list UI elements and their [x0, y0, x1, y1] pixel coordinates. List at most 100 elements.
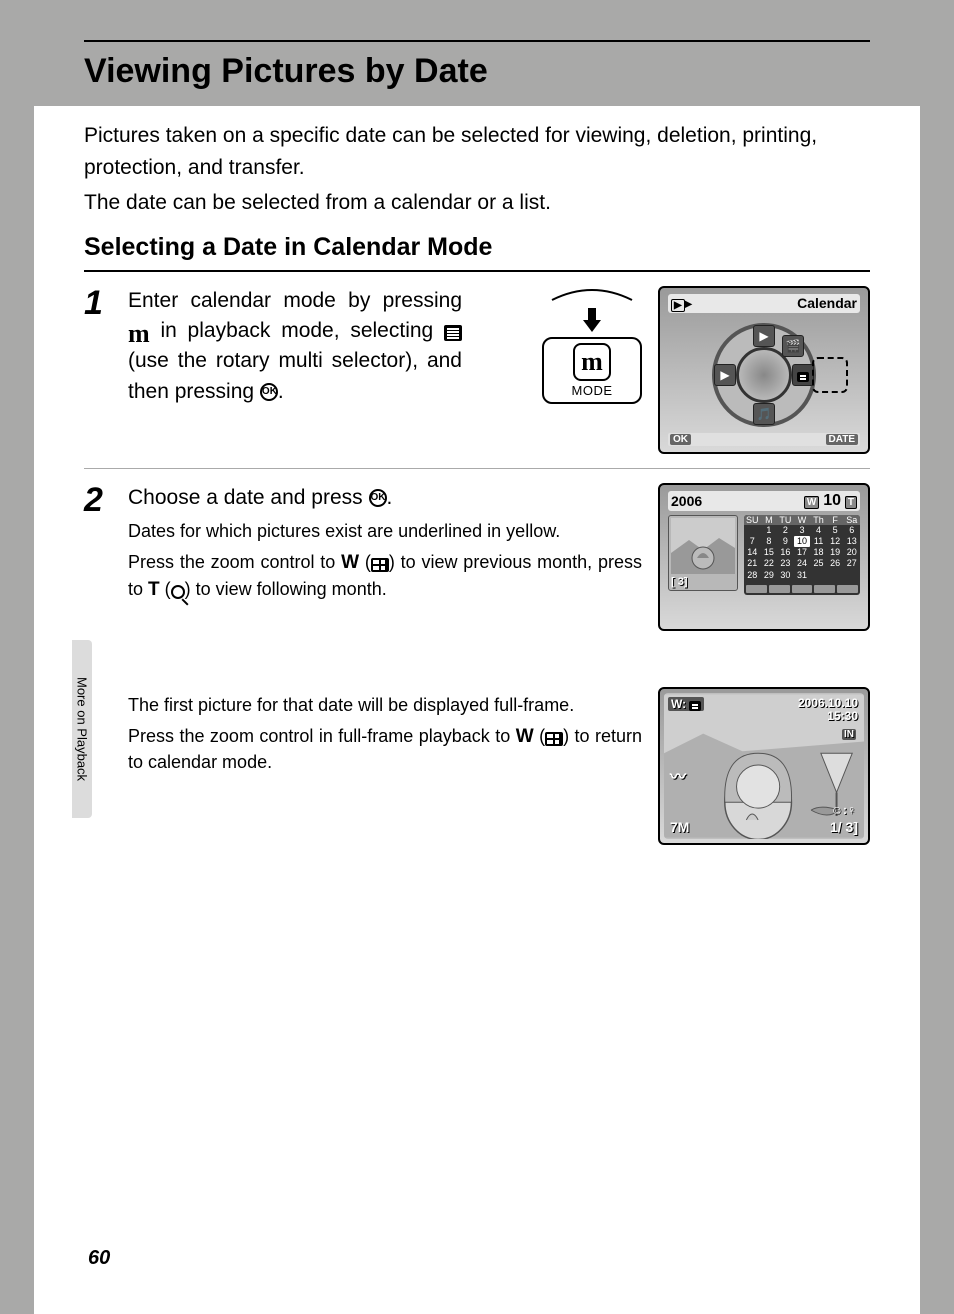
s2h-b: .	[387, 486, 393, 509]
cal-day-cell: 20	[843, 547, 860, 558]
cal-grid: SUMTUWThFSa 1234567891011121314151617181…	[744, 515, 860, 595]
cal-day-cell: 15	[761, 547, 778, 558]
title-bar: Viewing Pictures by Date	[34, 0, 920, 106]
dial-calendar-icon	[792, 364, 814, 386]
rotary-dial: ▶ 🎬 ▶ 🎵	[712, 323, 816, 427]
pb-w-chip: W:	[668, 697, 704, 711]
cal-year: 2006	[671, 493, 702, 509]
cal-day-cell	[810, 570, 827, 581]
mode-m-glyph: m	[581, 349, 603, 375]
cal-month-ctrl: W 10 T	[804, 492, 857, 510]
side-tab: More on Playback	[72, 640, 92, 818]
lcd-calendar-preview: 2006 W 10 T	[658, 483, 870, 631]
cal-day-cell: 16	[777, 547, 794, 558]
cal-dow-cell: M	[761, 515, 778, 525]
s2p2-d: (	[160, 579, 171, 599]
ok-icon: OK	[260, 383, 278, 401]
s1-a: Enter calendar mode by pressing	[128, 289, 462, 312]
s1-c: (use the rotary multi selector), and the…	[128, 349, 462, 402]
t-glyph: T	[148, 577, 160, 604]
content: Pictures taken on a specific date can be…	[34, 106, 920, 859]
ok-icon-2: OK	[369, 489, 387, 507]
cal-day-cell: 17	[794, 547, 811, 558]
ok-chip: OK	[670, 434, 691, 445]
t-chip: T	[845, 496, 857, 509]
s2p2-b: (	[359, 552, 371, 572]
dial-thumbnail-icon: ▶	[714, 364, 736, 386]
calendar-icon-tiny	[689, 701, 701, 711]
cal-day-cell: 2	[777, 525, 794, 536]
cal-filmstrip	[744, 583, 860, 595]
cal-day-cell: 10	[794, 536, 811, 547]
dial-audio-icon: 🎵	[753, 403, 775, 425]
cal-dow-cell: W	[794, 515, 811, 525]
step-1: 1 Enter calendar mode by pressing m in p…	[84, 272, 870, 469]
section-subtitle: Selecting a Date in Calendar Mode	[84, 233, 870, 272]
cal-dow-cell: SU	[744, 515, 761, 525]
cal-day-cell: 30	[777, 570, 794, 581]
s2h-a: Choose a date and press	[128, 486, 369, 509]
cal-day-cell: 24	[794, 558, 811, 569]
step-2: 2 Choose a date and press OK. Dates for …	[84, 469, 870, 859]
pb-in-chip: IN	[842, 729, 856, 740]
cal-dow-cell: F	[827, 515, 844, 525]
pb-wave-icon: 〰	[670, 763, 686, 787]
step-2-p3: The first picture for that date will be …	[128, 693, 642, 718]
w-glyph: W	[341, 550, 359, 577]
step-2-p2: Press the zoom control to W () to view p…	[128, 550, 642, 603]
date-chip: DATE	[826, 434, 858, 445]
s2p4-b: (	[534, 726, 545, 746]
cal-day-cell: 29	[761, 570, 778, 581]
lcd-title: Calendar	[797, 295, 857, 311]
pb-datetime: 2006.10.10 15:30	[798, 697, 858, 723]
pb-size: 7M	[670, 819, 689, 835]
step-2-p1: Dates for which pictures exist are under…	[128, 519, 642, 544]
mode-m-icon: m	[128, 324, 150, 345]
thumbnail-grid-icon-2	[545, 732, 563, 746]
cal-day-cell	[827, 570, 844, 581]
cal-day-cell: 11	[810, 536, 827, 547]
magnifier-icon	[171, 585, 185, 599]
playback-icon: ▶▸	[671, 295, 692, 312]
cal-day-cell: 9	[777, 536, 794, 547]
s1-d: .	[278, 380, 284, 403]
lcd-playback-preview: W: 2006.10.10 15:30 IN 〰 7M ☺:♀ 1/ 3]	[658, 687, 870, 845]
cal-thumbnail: [ 3]	[668, 515, 738, 591]
calendar-icon	[444, 325, 462, 341]
s2p2-a: Press the zoom control to	[128, 552, 341, 572]
cal-day-cell: 14	[744, 547, 761, 558]
page-number: 60	[88, 1247, 110, 1270]
cal-day-cell: 8	[761, 536, 778, 547]
w-glyph-2: W	[516, 724, 534, 751]
w-chip: W	[804, 496, 819, 509]
pb-time: 15:30	[798, 710, 858, 723]
cal-day-cell: 3	[794, 525, 811, 536]
pb-count: 1/ 3]	[830, 819, 858, 835]
cal-day-cell: 12	[827, 536, 844, 547]
step-2-p4: Press the zoom control in full-frame pla…	[128, 724, 642, 776]
cal-day-cell: 25	[810, 558, 827, 569]
step-2-head: Choose a date and press OK.	[128, 483, 642, 513]
cal-day-cell: 18	[810, 547, 827, 558]
step-1-number: 1	[84, 286, 128, 454]
pb-face-icon: ☺:♀	[831, 803, 856, 817]
pb-date: 2006.10.10	[798, 697, 858, 710]
thumbnail-grid-icon	[371, 558, 389, 572]
cal-count: [ 3]	[671, 576, 688, 588]
step-1-text: Enter calendar mode by pressing m in pla…	[128, 286, 462, 408]
cal-day-cell: 27	[843, 558, 860, 569]
cal-day-cell: 7	[744, 536, 761, 547]
cal-day-cell: 28	[744, 570, 761, 581]
dial-top-play-icon: ▶	[753, 325, 775, 347]
cal-day-cell: 5	[827, 525, 844, 536]
side-tab-label: More on Playback	[75, 677, 90, 781]
cal-day-cell: 13	[843, 536, 860, 547]
s2p2-e: ) to view following month.	[185, 579, 387, 599]
intro-1: Pictures taken on a specific date can be…	[84, 120, 870, 183]
dial-selection-highlight	[812, 357, 848, 393]
cal-dow-cell: Sa	[843, 515, 860, 525]
cal-day-cell	[843, 570, 860, 581]
page-title: Viewing Pictures by Date	[84, 52, 870, 91]
cal-day-cell: 21	[744, 558, 761, 569]
cal-day-cell: 6	[843, 525, 860, 536]
